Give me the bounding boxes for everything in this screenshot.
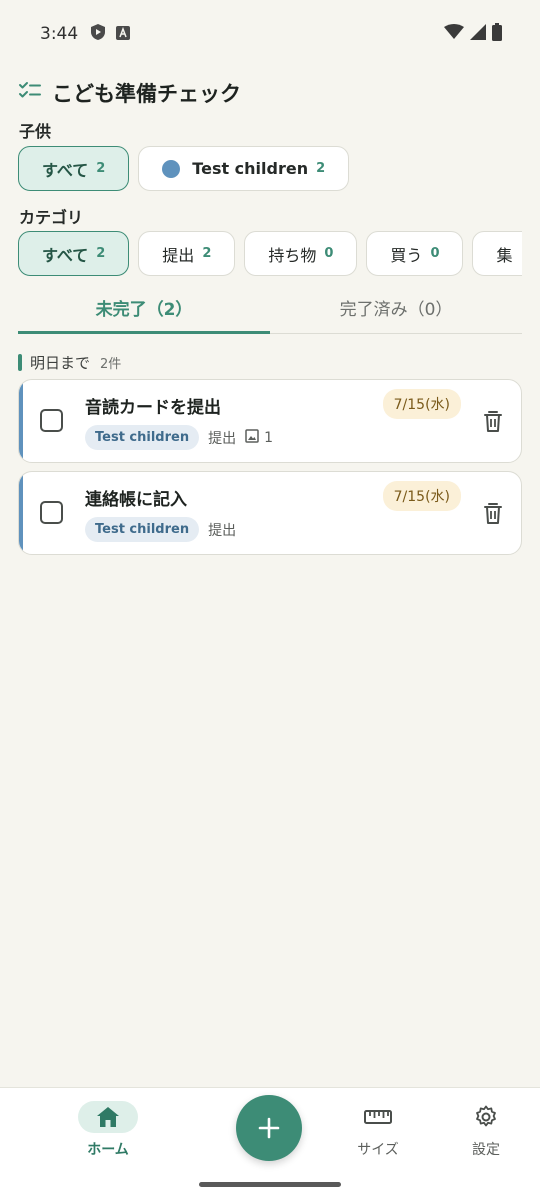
trash-icon [484,503,502,524]
group-count: 2件 [100,357,122,372]
children-filter: すべて 2 Test children 2 [18,146,350,191]
category-filter: すべて 2 提出 2 持ち物 0 買う 0 集 [18,231,522,276]
child-chip-test-children[interactable]: Test children 2 [138,146,350,191]
wifi-icon [444,24,464,44]
task-meta: Test children 提出 1 [85,425,273,450]
nav-size[interactable]: サイズ [328,1088,428,1178]
gesture-home-indicator[interactable] [199,1182,341,1187]
due-date-badge: 7/15(水) [382,481,461,511]
chip-label: 提出 [162,245,195,265]
tab-incomplete[interactable]: 未完了（2） [18,282,270,334]
shield-icon [90,23,106,45]
child-tag: Test children [85,425,200,450]
chip-count: 2 [96,246,106,261]
nav-label: 設定 [472,1142,500,1158]
gear-icon [456,1101,516,1133]
child-tag: Test children [85,517,200,542]
status-time: 3:44 [40,24,79,44]
battery-icon [492,23,502,45]
cell-signal-icon [470,24,486,44]
category-filter-label: カテゴリ [19,208,84,227]
ruler-icon [348,1101,408,1133]
font-icon [116,25,131,44]
task-category: 提出 [208,430,237,447]
status-tabs: 未完了（2） 完了済み（0） [18,282,522,334]
chip-label: Test children [192,159,309,178]
group-accent-bar [18,354,22,371]
tab-completed[interactable]: 完了済み（0） [270,282,522,333]
chip-label: 持ち物 [268,245,317,265]
task-meta: Test children 提出 [85,517,236,542]
task-card[interactable]: 連絡帳に記入 Test children 提出 7/15(水) [18,471,522,555]
category-chip-belongings[interactable]: 持ち物 0 [244,231,358,276]
task-title: 音読カードを提出 [85,398,221,418]
chip-count: 0 [324,246,334,261]
add-task-button[interactable] [236,1095,302,1161]
status-bar: 3:44 [0,0,540,68]
chip-count: 2 [316,161,326,176]
image-icon [245,428,259,447]
app-title: こども準備チェック [52,82,241,106]
nav-settings[interactable]: 設定 [436,1088,536,1178]
nav-label: ホーム [87,1142,129,1158]
child-color-accent [19,472,23,554]
chip-count: 2 [202,246,212,261]
due-date-badge: 7/15(水) [382,389,461,419]
group-header: 明日まで 2件 [18,352,121,373]
chip-count: 2 [96,161,106,176]
child-color-accent [19,380,23,462]
task-title: 連絡帳に記入 [85,490,187,510]
delete-button[interactable] [482,410,504,434]
task-card[interactable]: 音読カードを提出 Test children 提出 1 7/15(水) [18,379,522,463]
delete-button[interactable] [482,502,504,526]
trash-icon [484,411,502,432]
nav-home[interactable]: ホーム [58,1088,158,1178]
category-chip-all[interactable]: すべて 2 [18,231,130,276]
task-category: 提出 [208,522,237,539]
category-chip-collect[interactable]: 集 [472,231,522,276]
home-icon [78,1101,138,1133]
chip-label: すべて [42,160,89,180]
photo-count: 1 [245,428,274,447]
chip-label: すべて [42,245,89,265]
category-filter-scroller[interactable]: すべて 2 提出 2 持ち物 0 買う 0 集 [18,231,522,279]
chip-label: 集 [496,245,513,265]
app-header: こども準備チェック [18,78,241,108]
photo-count-value: 1 [264,429,274,446]
checklist-icon [18,81,42,105]
chip-label: 買う [390,245,423,265]
child-chip-all[interactable]: すべて 2 [18,146,130,191]
plus-icon [258,1117,280,1139]
children-filter-label: 子供 [19,122,52,141]
group-title: 明日まで [30,354,91,372]
category-chip-submit[interactable]: 提出 2 [138,231,236,276]
chip-count: 0 [430,246,440,261]
category-chip-buy[interactable]: 買う 0 [366,231,464,276]
nav-label: サイズ [357,1142,399,1158]
task-checkbox[interactable] [40,409,63,432]
task-checkbox[interactable] [40,501,63,524]
child-color-dot [162,159,181,178]
